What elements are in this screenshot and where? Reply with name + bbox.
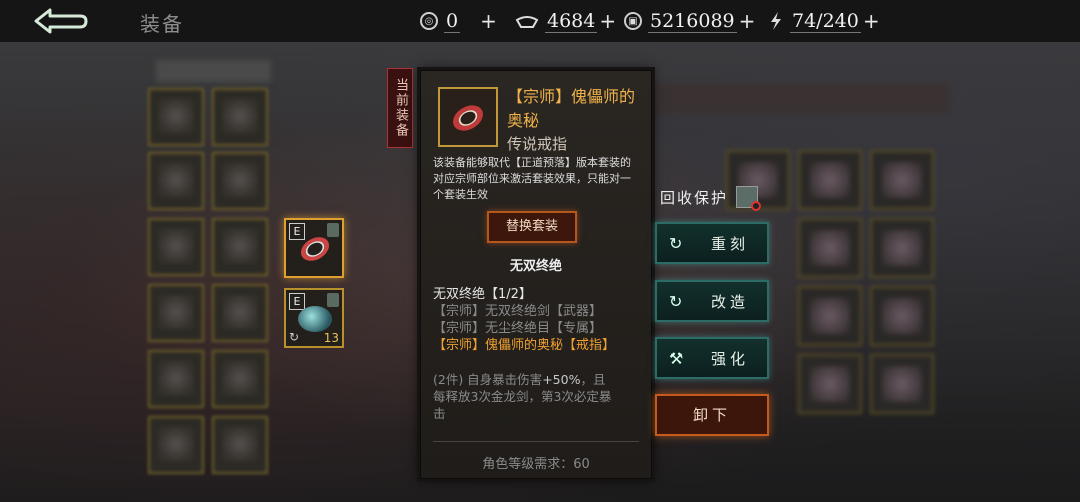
equipped-badge: E — [289, 293, 305, 310]
enhance-button[interactable]: ⚒ 强化 — [655, 337, 769, 379]
level-requirement: 角色等级需求：60 — [482, 457, 590, 472]
coin-icon: ◎ — [420, 12, 438, 30]
bag-slot[interactable] — [798, 150, 862, 210]
lightning-icon — [771, 12, 781, 30]
ring-icon — [448, 100, 488, 136]
bonus-prefix: (2件) 自身暴击伤害 — [433, 372, 543, 387]
copper-add-button[interactable]: + — [739, 9, 756, 33]
unequip-button[interactable]: 卸下 — [655, 394, 769, 436]
reforge-label: 改造 — [711, 292, 750, 311]
stamina-add-button[interactable]: + — [863, 9, 880, 33]
item-level: 13 — [323, 331, 339, 345]
inventory-slot[interactable] — [148, 88, 204, 146]
bag-slot[interactable] — [798, 354, 862, 414]
resource-silver: 4684 + — [515, 7, 616, 35]
resource-stamina: 74/240 + — [768, 7, 880, 35]
top-bar: 装备 ◎ 0 + 4684 + ▣ 5216089 + 74/240 + — [0, 0, 1080, 42]
recycle-label: 回收保护 — [660, 188, 729, 207]
inventory-slot[interactable] — [148, 152, 204, 210]
coin-value: 0 — [444, 9, 461, 33]
refresh-icon: ↻ — [669, 233, 683, 253]
bag-slot[interactable] — [870, 286, 934, 346]
enhance-label: 强化 — [711, 349, 750, 368]
item-name: 【宗师】傀儡师的奥秘 — [507, 87, 636, 130]
equipped-badge: E — [289, 223, 305, 240]
current-equipped-tag: 当前装备 — [387, 68, 413, 148]
equipped-orb-slot[interactable]: E ↻ 13 — [284, 288, 344, 348]
recycle-lock-icon[interactable] — [736, 186, 762, 211]
item-type: 传说戒指 — [507, 135, 568, 153]
inventory-slot[interactable] — [212, 350, 268, 408]
inventory-slot[interactable] — [212, 218, 268, 276]
set-item-owned: 【宗师】傀儡师的奥秘【戒指】 — [433, 338, 616, 353]
set-header: 无双终绝【1/2】 — [433, 287, 532, 302]
bag-slot[interactable] — [870, 218, 934, 278]
set-title: 无双终绝 — [509, 259, 562, 274]
orb-icon — [298, 306, 332, 332]
swap-set-button[interactable]: 替换套装 — [487, 211, 577, 243]
inventory-slot[interactable] — [148, 284, 204, 342]
lock-icon — [327, 223, 339, 237]
hammer-icon: ⚒ — [669, 348, 684, 368]
inventory-slot[interactable] — [148, 218, 204, 276]
item-detail-panel: 【宗师】傀儡师的奥秘 传说戒指 该装备能够取代【正道预落】版本套装的对应宗师部位… — [420, 70, 652, 479]
silver-value: 4684 — [545, 9, 598, 33]
silver-add-button[interactable]: + — [599, 9, 616, 33]
inventory-slot[interactable] — [212, 416, 268, 474]
refresh-icon: ↻ — [289, 330, 300, 344]
equipped-ring-slot[interactable]: E — [284, 218, 344, 278]
copper-coin-icon: ▣ — [624, 12, 642, 30]
bag-slot[interactable] — [798, 218, 862, 278]
inventory-slot[interactable] — [212, 284, 268, 342]
item-icon-frame — [438, 87, 498, 147]
recast-button[interactable]: ↻ 重刻 — [655, 222, 769, 264]
set-item: 【宗师】无尘终绝目【专属】 — [433, 321, 603, 336]
inventory-slot[interactable] — [148, 350, 204, 408]
inventory-slot[interactable] — [212, 152, 268, 210]
left-header-blur — [156, 60, 271, 82]
right-tabs-blur — [650, 84, 950, 114]
lock-icon — [327, 293, 339, 307]
item-description: 该装备能够取代【正道预落】版本套装的对应宗师部位来激活套装效果，只能对一个套装生… — [433, 156, 631, 201]
copper-value: 5216089 — [648, 9, 737, 33]
set-list: 无双终绝【1/2】 【宗师】无双终绝剑【武器】 【宗师】无尘终绝目【专属】 【宗… — [433, 286, 643, 354]
stamina-value: 74/240 — [790, 9, 861, 33]
set-item: 【宗师】无双终绝剑【武器】 — [433, 304, 603, 319]
resource-copper: ▣ 5216089 + — [624, 7, 755, 35]
back-arrow-icon[interactable] — [26, 7, 88, 35]
bag-slot[interactable] — [870, 150, 934, 210]
refresh-icon: ↻ — [669, 291, 683, 311]
divider — [433, 441, 639, 442]
inventory-slot[interactable] — [148, 416, 204, 474]
reforge-button[interactable]: ↻ 改造 — [655, 280, 769, 322]
bag-slot[interactable] — [870, 354, 934, 414]
set-bonus: (2件) 自身暴击伤害+50%，且每释放3次金龙剑，第3次必定暴击 — [433, 371, 613, 422]
bag-slot[interactable] — [798, 286, 862, 346]
page-title: 装备 — [140, 12, 184, 36]
recycle-protection[interactable]: 回收保护 — [660, 186, 762, 211]
silver-ingot-icon — [515, 16, 539, 28]
inventory-slot[interactable] — [212, 88, 268, 146]
bonus-value: +50% — [542, 372, 581, 387]
resource-coin: ◎ 0 + — [420, 7, 497, 35]
coin-add-button[interactable]: + — [480, 9, 497, 33]
recast-label: 重刻 — [711, 234, 750, 253]
